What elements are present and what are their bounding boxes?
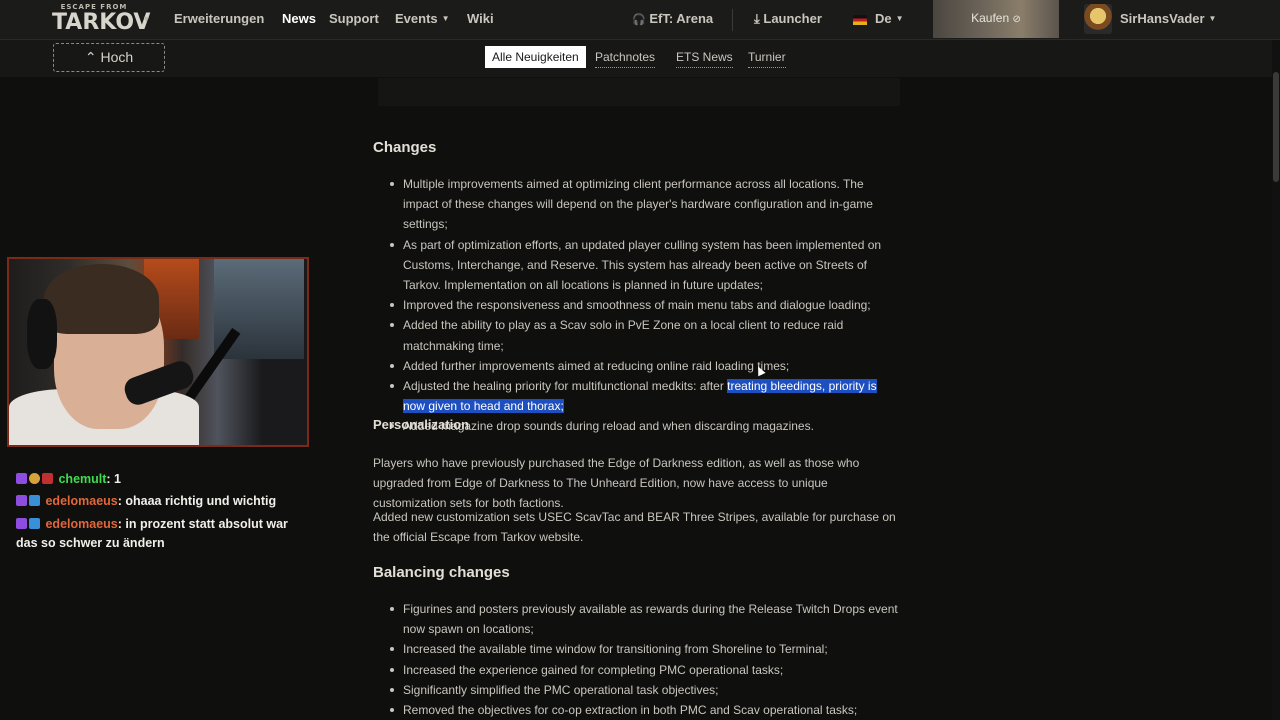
- nav-wiki[interactable]: Wiki: [467, 11, 494, 26]
- gift-badge-icon: [42, 473, 53, 484]
- scroll-up-button[interactable]: ⌃ Hoch: [53, 43, 165, 72]
- list-item: Figurines and posters previously availab…: [388, 599, 900, 639]
- balancing-list: Figurines and posters previously availab…: [388, 599, 900, 720]
- cart-icon: ⊘: [1012, 14, 1021, 25]
- logo-big-text: TARKOV: [52, 10, 151, 35]
- chat-text: : 1: [106, 472, 122, 486]
- chevron-down-icon: ▼: [1208, 14, 1217, 23]
- article-header-panel: [378, 78, 900, 106]
- chevron-up-icon: ⌃: [84, 49, 97, 65]
- tab-turnier[interactable]: Turnier: [748, 50, 786, 68]
- list-item: Adjusted the healing priority for multif…: [388, 376, 900, 416]
- list-item: As part of optimization efforts, an upda…: [388, 235, 900, 296]
- twitch-badge-icon: [16, 495, 27, 506]
- chat-username: chemult: [58, 472, 107, 486]
- arena-label: EfT: Arena: [649, 11, 714, 26]
- chevron-down-icon: ▼: [441, 14, 450, 23]
- prime-badge-icon: [29, 518, 40, 529]
- download-icon: ⤓: [754, 11, 760, 26]
- nav-events[interactable]: Events ▼: [395, 11, 450, 26]
- buy-label: Kaufen: [971, 11, 1010, 25]
- headset: [27, 299, 57, 369]
- list-item: Significantly simplified the PMC operati…: [388, 680, 900, 700]
- buy-button[interactable]: Kaufen ⊘: [933, 0, 1059, 38]
- chat-username: edelomaeus: [45, 517, 118, 531]
- list-item: Removed the objectives for co-op extract…: [388, 700, 900, 720]
- changes-list: Multiple improvements aimed at optimizin…: [388, 174, 900, 437]
- headset-icon: 🎧: [632, 14, 646, 26]
- nav-divider: [732, 9, 733, 31]
- list-item: Multiple improvements aimed at optimizin…: [388, 174, 900, 235]
- list-item: Increased the experience gained for comp…: [388, 660, 900, 680]
- launcher-link[interactable]: ⤓ Launcher: [754, 11, 822, 27]
- streamer-hair: [44, 264, 159, 334]
- arena-link[interactable]: 🎧 EfT: Arena: [632, 11, 713, 26]
- username: SirHansVader: [1120, 11, 1205, 26]
- tarkov-logo[interactable]: ESCAPE FROM TARKOV: [52, 4, 151, 35]
- chat-message: chemult: 1: [16, 470, 301, 489]
- nav-news[interactable]: News: [282, 11, 316, 26]
- nav-support[interactable]: Support: [329, 11, 379, 26]
- tab-all-news[interactable]: Alle Neuigkeiten: [485, 46, 586, 68]
- nav-events-label: Events: [395, 11, 438, 26]
- chevron-down-icon: ▼: [895, 14, 904, 23]
- prime-badge-icon: [29, 495, 40, 506]
- twitch-badge-icon: [16, 473, 27, 484]
- launcher-label: Launcher: [763, 11, 822, 26]
- chat-text: : ohaaa richtig und wichtig: [117, 494, 277, 508]
- balancing-heading: Balancing changes: [373, 564, 510, 581]
- chevron-down-icon[interactable]: ▼: [142, 14, 151, 24]
- avatar[interactable]: [1084, 4, 1112, 34]
- list-item: Added further improvements aimed at redu…: [388, 356, 900, 376]
- chat-username: edelomaeus: [45, 494, 118, 508]
- changes-heading: Changes: [373, 139, 437, 156]
- list-item: Improved the responsiveness and smoothne…: [388, 295, 900, 315]
- nav-erweiterungen[interactable]: Erweiterungen: [174, 11, 264, 26]
- personalization-paragraph: Added new customization sets USEC ScavTa…: [373, 510, 896, 544]
- tab-patchnotes[interactable]: Patchnotes: [595, 50, 656, 68]
- language-label: De: [875, 11, 892, 26]
- scrollbar-thumb[interactable]: [1273, 72, 1279, 182]
- german-flag-icon: [853, 15, 867, 25]
- language-selector[interactable]: De ▼: [875, 11, 904, 26]
- chat-message: edelomaeus: ohaaa richtig und wichtig: [16, 492, 301, 511]
- personalization-paragraph: Players who have previously purchased th…: [373, 456, 860, 510]
- webcam-overlay: [7, 257, 309, 447]
- list-item: Increased the available time window for …: [388, 639, 900, 659]
- chat-message: edelomaeus: in prozent statt absolut war…: [16, 515, 301, 553]
- bits-badge-icon: [29, 473, 40, 484]
- list-item: Added the ability to play as a Scav solo…: [388, 315, 900, 355]
- list-item-text: Adjusted the healing priority for multif…: [403, 379, 728, 394]
- user-menu[interactable]: SirHansVader ▼: [1120, 11, 1216, 26]
- tab-ets-news[interactable]: ETS News: [676, 50, 733, 68]
- personalization-heading: Personalization: [373, 417, 470, 432]
- twitch-badge-icon: [16, 518, 27, 529]
- scroll-up-label: Hoch: [100, 49, 134, 65]
